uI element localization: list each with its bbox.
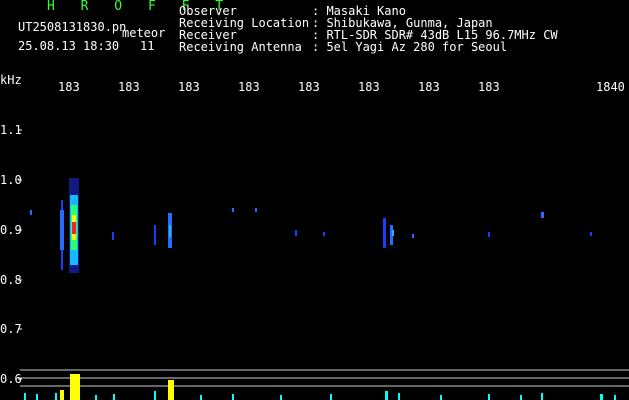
meteor-echo (255, 208, 257, 212)
trace-yellow (60, 390, 64, 400)
meteor-echoes (30, 178, 592, 273)
trace-cyan (24, 393, 26, 400)
trace-cyan (95, 395, 97, 400)
trace-yellow (70, 374, 80, 400)
meteor-echo (295, 230, 297, 236)
spectrogram (18, 129, 629, 400)
trace-cyan (541, 393, 543, 400)
meteor-echo (60, 210, 64, 250)
trace-cyan (440, 395, 442, 400)
meteor-echo (412, 234, 414, 238)
trace-cyan (154, 391, 156, 400)
trace-cyan (113, 394, 115, 400)
meteor-echo (392, 230, 394, 236)
trace-cyan (600, 394, 603, 400)
trace-cyan (614, 395, 616, 400)
trace-cyan (488, 394, 490, 400)
trace-cyan (232, 394, 234, 400)
trace-yellow (168, 380, 174, 400)
meteor-echo (112, 232, 114, 240)
meteor-echo (30, 210, 32, 215)
meteor-echo (154, 225, 156, 245)
y-tick-marks (18, 129, 22, 380)
trace-cyan (280, 395, 282, 400)
trace-cyan (55, 393, 57, 400)
trace-cyan (398, 393, 400, 400)
meteor-echo (488, 232, 490, 237)
trace-cyan (330, 394, 332, 400)
trace-cyan (385, 391, 388, 400)
meteor-echo (590, 232, 592, 236)
meteor-echo (232, 208, 234, 212)
trace-cyan (200, 395, 202, 400)
trace-cyan (520, 395, 522, 400)
bottom-level-lines (20, 369, 629, 387)
meteor-echo (72, 222, 76, 234)
meteor-echo (323, 232, 325, 236)
meteor-echo (541, 212, 544, 218)
trace-cyan (36, 394, 38, 400)
meteor-echo (169, 225, 171, 237)
meteor-echo (383, 218, 386, 248)
